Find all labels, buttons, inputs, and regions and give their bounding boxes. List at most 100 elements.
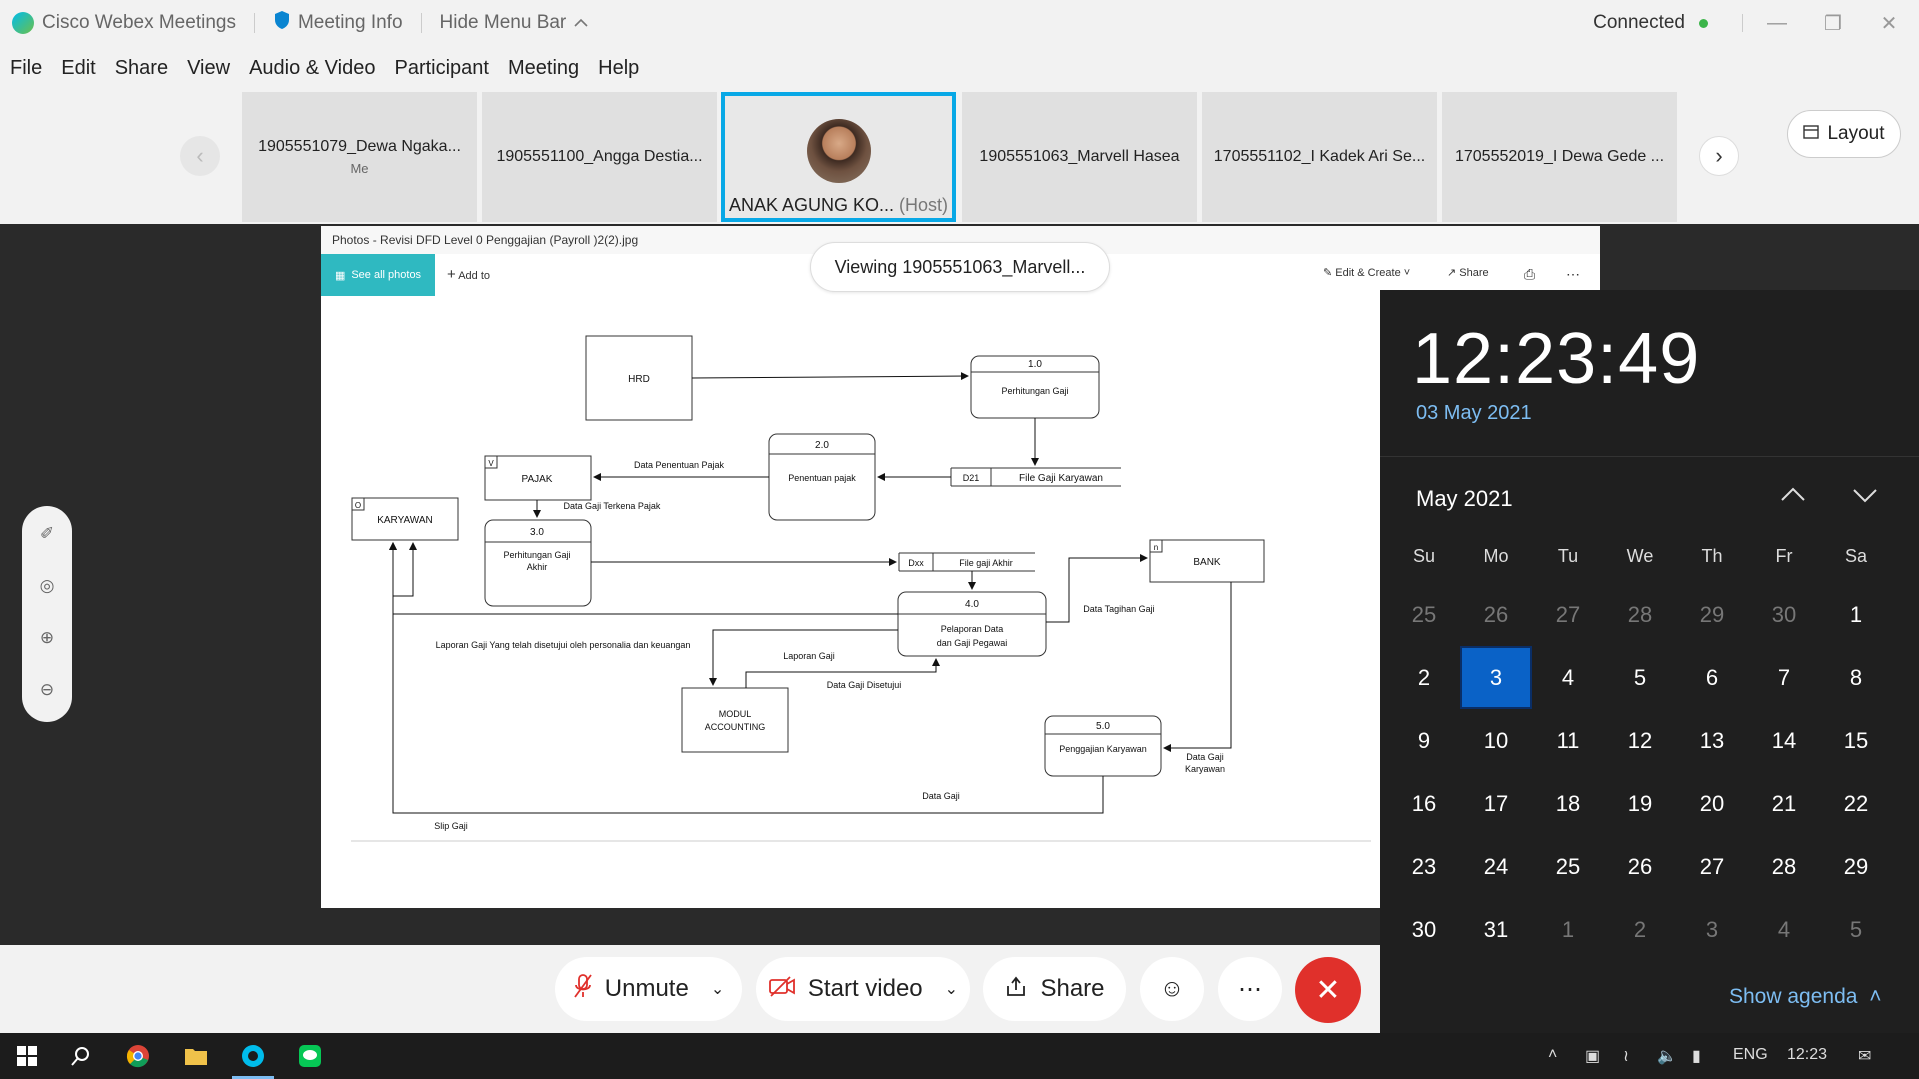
print-icon[interactable]: ⎙: [1524, 266, 1535, 283]
calendar-day-today[interactable]: 3: [1460, 646, 1532, 709]
leave-meeting-button[interactable]: ✕: [1295, 957, 1361, 1023]
minimize-icon[interactable]: —: [1755, 12, 1799, 35]
calendar-day[interactable]: 4: [1532, 646, 1604, 709]
participant-tile[interactable]: 1705551102_I Kadek Ari Se...: [1202, 92, 1437, 222]
calendar-day[interactable]: 25: [1532, 835, 1604, 898]
previous-page-icon[interactable]: ‹: [180, 136, 220, 176]
calendar-day[interactable]: 1: [1820, 583, 1892, 646]
calendar-day[interactable]: 29: [1676, 583, 1748, 646]
calendar-day[interactable]: 18: [1532, 772, 1604, 835]
windows-start-icon[interactable]: [12, 1041, 42, 1071]
zoom-in-icon[interactable]: ⊕: [22, 628, 72, 648]
calendar-day[interactable]: 8: [1820, 646, 1892, 709]
calendar-day[interactable]: 30: [1748, 583, 1820, 646]
hide-menu-bar-button[interactable]: Hide Menu Bar: [440, 12, 567, 34]
calendar-day[interactable]: 13: [1676, 709, 1748, 772]
calendar-day[interactable]: 5: [1604, 646, 1676, 709]
calendar-day[interactable]: 24: [1460, 835, 1532, 898]
calendar-day[interactable]: 6: [1676, 646, 1748, 709]
calendar-day[interactable]: 12: [1604, 709, 1676, 772]
menu-view[interactable]: View: [187, 57, 230, 80]
calendar-day[interactable]: 7: [1748, 646, 1820, 709]
calendar-day[interactable]: 4: [1748, 898, 1820, 961]
show-agenda-button[interactable]: Show agenda ˄: [1729, 985, 1882, 1009]
language-indicator[interactable]: ENG: [1733, 1046, 1768, 1064]
calendar-day[interactable]: 9: [1388, 709, 1460, 772]
calendar-day[interactable]: 14: [1748, 709, 1820, 772]
next-month-icon[interactable]: [1851, 482, 1879, 513]
see-all-photos-button[interactable]: ▦ See all photos: [321, 254, 435, 296]
calendar-day[interactable]: 23: [1388, 835, 1460, 898]
device-icon[interactable]: ▣: [1585, 1046, 1600, 1066]
calendar-day[interactable]: 31: [1460, 898, 1532, 961]
calendar-day[interactable]: 15: [1820, 709, 1892, 772]
chevron-down-icon[interactable]: ⌄: [711, 979, 724, 999]
calendar-day[interactable]: 26: [1604, 835, 1676, 898]
calendar-day[interactable]: 5: [1820, 898, 1892, 961]
layout-button[interactable]: Layout: [1787, 110, 1901, 158]
more-icon[interactable]: ⋯: [1566, 266, 1580, 283]
battery-icon[interactable]: ▮: [1692, 1046, 1701, 1066]
participant-tile[interactable]: 1905551079_Dewa Ngaka... Me: [242, 92, 477, 222]
unmute-button[interactable]: Unmute ⌄: [555, 957, 742, 1021]
calendar-month[interactable]: May 2021: [1416, 486, 1513, 512]
calendar-day[interactable]: 26: [1460, 583, 1532, 646]
calendar-day[interactable]: 2: [1604, 898, 1676, 961]
calendar-day[interactable]: 28: [1604, 583, 1676, 646]
zoom-out-icon[interactable]: ⊖: [22, 680, 72, 700]
volume-icon[interactable]: 🔈: [1657, 1046, 1677, 1066]
participant-tile-active-speaker[interactable]: ANAK AGUNG KO... (Host): [721, 92, 956, 222]
chevron-up-icon[interactable]: [574, 12, 588, 34]
calendar-day[interactable]: 1: [1532, 898, 1604, 961]
menu-file[interactable]: File: [10, 57, 42, 80]
menu-edit[interactable]: Edit: [61, 57, 95, 80]
annotate-pen-icon[interactable]: ✐: [22, 524, 72, 544]
calendar-day[interactable]: 29: [1820, 835, 1892, 898]
taskbar-clock[interactable]: 12:23: [1787, 1046, 1827, 1064]
calendar-day[interactable]: 11: [1532, 709, 1604, 772]
meeting-info-button[interactable]: Meeting Info: [298, 12, 403, 34]
close-icon[interactable]: ✕: [1867, 11, 1911, 36]
edit-create-button[interactable]: ✎ Edit & Create ˅: [1323, 266, 1410, 279]
reactions-button[interactable]: ☺: [1140, 957, 1204, 1021]
webex-taskbar-icon[interactable]: [238, 1041, 268, 1071]
calendar-day[interactable]: 20: [1676, 772, 1748, 835]
clock-date[interactable]: 03 May 2021: [1416, 402, 1532, 425]
calendar-day[interactable]: 16: [1388, 772, 1460, 835]
show-hidden-icons-icon[interactable]: ˄: [1548, 1046, 1557, 1064]
calendar-day[interactable]: 27: [1532, 583, 1604, 646]
menu-share[interactable]: Share: [115, 57, 168, 80]
file-explorer-icon[interactable]: [181, 1041, 211, 1071]
chevron-down-icon[interactable]: ⌄: [945, 979, 958, 999]
calendar-day[interactable]: 10: [1460, 709, 1532, 772]
line-app-icon[interactable]: [295, 1041, 325, 1071]
menu-help[interactable]: Help: [598, 57, 639, 80]
menu-meeting[interactable]: Meeting: [508, 57, 579, 80]
calendar-day[interactable]: 17: [1460, 772, 1532, 835]
menu-audio-video[interactable]: Audio & Video: [249, 57, 375, 80]
calendar-day[interactable]: 3: [1676, 898, 1748, 961]
more-options-button[interactable]: ⋯: [1218, 957, 1282, 1021]
add-to-button[interactable]: + Add to: [447, 266, 490, 283]
restore-icon[interactable]: ❐: [1811, 11, 1855, 36]
chrome-icon[interactable]: [123, 1041, 153, 1071]
calendar-day[interactable]: 21: [1748, 772, 1820, 835]
calendar-day[interactable]: 30: [1388, 898, 1460, 961]
next-page-icon[interactable]: ›: [1699, 136, 1739, 176]
notifications-icon[interactable]: ✉: [1858, 1046, 1871, 1066]
search-icon[interactable]: [66, 1041, 96, 1071]
participant-tile[interactable]: 1905551100_Angga Destia...: [482, 92, 717, 222]
previous-month-icon[interactable]: [1779, 482, 1807, 513]
calendar-day[interactable]: 25: [1388, 583, 1460, 646]
photos-share-button[interactable]: ↗ Share: [1447, 266, 1489, 279]
calendar-day[interactable]: 28: [1748, 835, 1820, 898]
participant-tile[interactable]: 1905551063_Marvell Hasea: [962, 92, 1197, 222]
menu-participant[interactable]: Participant: [394, 57, 489, 80]
calendar-day[interactable]: 19: [1604, 772, 1676, 835]
calendar-day[interactable]: 2: [1388, 646, 1460, 709]
share-button[interactable]: Share: [983, 957, 1126, 1021]
participant-tile[interactable]: 1705552019_I Dewa Gede ...: [1442, 92, 1677, 222]
start-video-button[interactable]: Start video ⌄: [756, 957, 970, 1021]
remote-control-icon[interactable]: ◎: [22, 576, 72, 596]
network-icon[interactable]: ≀: [1623, 1046, 1629, 1066]
